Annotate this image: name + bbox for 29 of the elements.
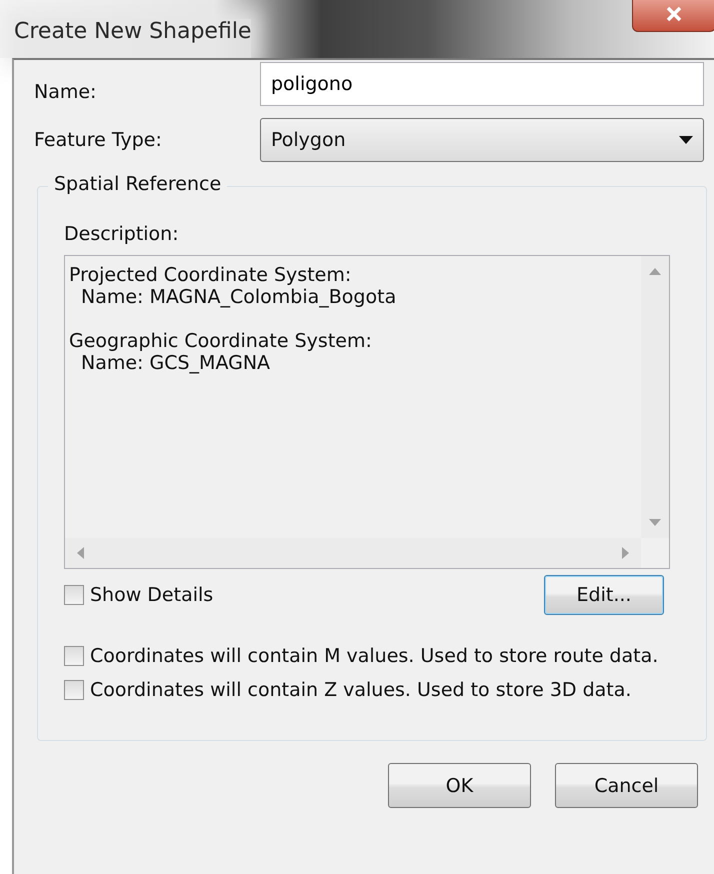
dropdown-arrow-icon xyxy=(679,136,693,144)
checkbox-label: Show Details xyxy=(90,584,214,606)
cancel-button[interactable]: Cancel xyxy=(555,763,698,808)
ok-button[interactable]: OK xyxy=(388,763,531,808)
close-icon xyxy=(666,6,682,22)
scroll-up-icon[interactable] xyxy=(649,268,661,275)
field-label: Name: xyxy=(34,81,98,103)
scroll-down-icon[interactable] xyxy=(649,519,661,526)
checkbox[interactable] xyxy=(64,646,84,666)
vertical-scrollbar[interactable] xyxy=(641,256,669,538)
checkbox-label: Coordinates will contain Z values. Used to store 3D data. xyxy=(90,679,632,701)
scroll-left-icon[interactable] xyxy=(77,547,84,559)
description-detail: Name: GCS_MAGNA xyxy=(80,352,272,374)
description-label: Description: xyxy=(64,223,180,245)
checkbox[interactable] xyxy=(64,680,84,700)
checkbox[interactable] xyxy=(64,585,84,605)
window-title: Create New Shapefile xyxy=(14,19,252,58)
close-button[interactable] xyxy=(632,0,714,32)
checkbox-label: Coordinates will contain M values. Used to store route data. xyxy=(90,645,658,667)
feature-type-dropdown[interactable]: Polygon xyxy=(260,118,704,162)
horizontal-scrollbar[interactable] xyxy=(65,538,641,568)
group-title: Spatial Reference xyxy=(48,173,228,195)
field-label: Feature Type: xyxy=(34,129,163,151)
description-detail: Name: MAGNA_Colombia_Bogota xyxy=(80,286,398,308)
description-heading: Geographic Coordinate System: xyxy=(69,330,373,352)
name-field[interactable]: poligono xyxy=(260,62,704,106)
scroll-right-icon[interactable] xyxy=(622,547,629,559)
description-heading: Projected Coordinate System: xyxy=(69,264,352,286)
edit-button[interactable]: Edit... xyxy=(544,575,664,615)
